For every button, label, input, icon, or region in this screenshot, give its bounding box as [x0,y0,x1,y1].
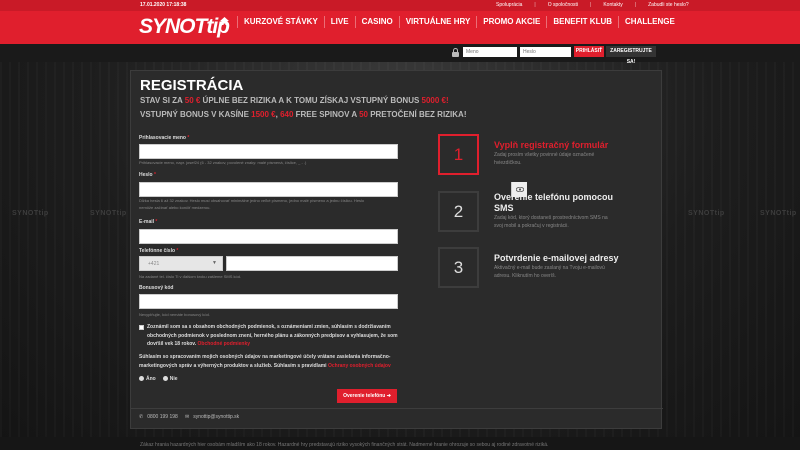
radio-yes[interactable]: Áno [139,376,156,382]
login-password-input[interactable] [520,47,571,57]
background-logo: SYNOTtip [688,210,725,217]
step-1-title: Vyplň registračný formulár [494,140,609,150]
separator: | [634,2,637,8]
top-link-forgot-password[interactable]: Zabudli ste heslo? [648,2,689,8]
password-label: Heslo * [139,172,156,178]
phone-icon: ✆ [139,414,144,420]
phone-input[interactable] [226,256,398,271]
username-input[interactable] [139,144,398,159]
show-password-icon[interactable] [511,182,527,197]
radio-no[interactable]: Nie [162,376,178,382]
step-1-number: 1 [438,134,479,175]
login-username-input[interactable] [463,47,517,57]
login-button[interactable]: PRIHLÁSIŤ [574,46,604,57]
nav-item-virtual-games[interactable]: VIRTUÁLNE HRY [398,16,477,28]
terms-checkbox[interactable] [139,325,144,330]
divider [131,408,663,409]
register-button[interactable]: ZAREGISTRUJTE SA! [606,46,656,65]
terms-text: Zoznámil som sa s obsahom obchodných pod… [147,324,398,347]
contact-email[interactable]: ✉ synottip@synottip.sk [185,414,239,420]
top-bar: 17.01.2020 17:18:38 Spoluprácia | O spol… [0,0,800,11]
contact-phone[interactable]: ✆ 0800 199 198 [139,414,178,420]
page-title: REGISTRÁCIA [140,77,244,94]
bonus-code-label: Bonusový kód [139,285,174,291]
phone-hint: Na zadané tel. číslo Ti v ďalšom kroku z… [139,274,242,279]
phone-prefix-select[interactable]: +421 ▼ [139,256,223,271]
password-input[interactable] [139,182,398,197]
background-logo: SYNOTtip [90,210,127,217]
verify-phone-button[interactable]: Overenie telefónu ➔ [337,389,397,403]
nav-item-benefit-club[interactable]: BENEFIT KLUB [546,16,618,28]
footer-disclaimer: Zákaz hrania hazardných hier osobám mlad… [0,437,800,450]
login-bar [0,44,800,62]
username-label: Prihlasovacie meno * [139,135,190,141]
top-link-about[interactable]: O spoločnosti [548,2,578,8]
email-input[interactable] [139,229,398,244]
marketing-consent-text: Súhlasím so spracovaním mojich osobných … [139,354,391,369]
nav-item-casino[interactable]: CASINO [354,16,399,28]
phone-label: Telefónne číslo * [139,248,179,254]
nav-item-promo[interactable]: PROMO AKCIE [476,16,546,28]
marketing-consent-options: Áno Nie [139,376,178,382]
background-logo: SYNOTtip [12,210,49,217]
terms-link[interactable]: Obchodné podmienky [198,341,251,347]
nav-item-betting[interactable]: KURZOVÉ STÁVKY [237,16,324,28]
chevron-down-icon: ▼ [212,260,217,266]
username-hint: Prihlasovacie meno, napr. josef24 (6 - 3… [139,160,307,165]
top-links: Spoluprácia | O spoločnosti | Kontakty |… [496,2,689,8]
password-hint: nemôže začínať alebo končiť medzerou. [139,205,211,210]
separator: | [590,2,592,8]
email-label: E-mail * [139,219,158,225]
promo-line-1: STAV SI ZA 50 € ÚPLNE BEZ RIZIKA A K TOM… [140,96,449,105]
password-hint: Dĺžka hesla 6 až 32 znakov. Heslo musí o… [139,198,365,203]
step-3-number: 3 [438,247,479,288]
bonus-code-hint: Nevyplňujte, kód nemáte bonusový kód. [139,312,210,317]
step-1-desc: Zadaj prosím všetky povinné údaje označe… [494,152,595,166]
nav-item-live[interactable]: LIVE [323,16,355,28]
main-nav: KURZOVÉ STÁVKY LIVE CASINO VIRTUÁLNE HRY… [215,11,681,33]
promo-line-2: VSTUPNÝ BONUS V KASÍNE 1500 €, 640 FREE … [140,110,467,119]
separator: | [534,2,536,8]
background-logo: SYNOTtip [760,210,797,217]
step-3-desc: Aktivačný e-mail bude zaslaný na Tvoju e… [494,265,605,279]
registration-panel: REGISTRÁCIA STAV SI ZA 50 € ÚPLNE BEZ RI… [130,70,663,429]
step-2-number: 2 [438,191,479,232]
bonus-code-input[interactable] [139,294,398,309]
nav-item-challenge[interactable]: CHALLENGE [618,16,681,28]
arrow-right-icon: ➔ [386,393,391,399]
home-icon[interactable] [215,16,237,28]
top-link-contacts[interactable]: Kontakty [603,2,622,8]
step-3-title: Potvrdenie e-mailovej adresy [494,253,619,263]
mail-icon: ✉ [185,414,190,420]
step-2-desc: Zadaj kód, ktorý dostaneš prostredníctvo… [494,215,608,229]
top-link-cooperation[interactable]: Spoluprácia [496,2,522,8]
site-header: 17.01.2020 17:18:38 Spoluprácia | O spol… [0,0,800,44]
privacy-link[interactable]: Ochrany osobných údajov [328,363,391,369]
current-datetime: 17.01.2020 17:18:38 [140,2,187,8]
lock-icon [452,48,459,57]
